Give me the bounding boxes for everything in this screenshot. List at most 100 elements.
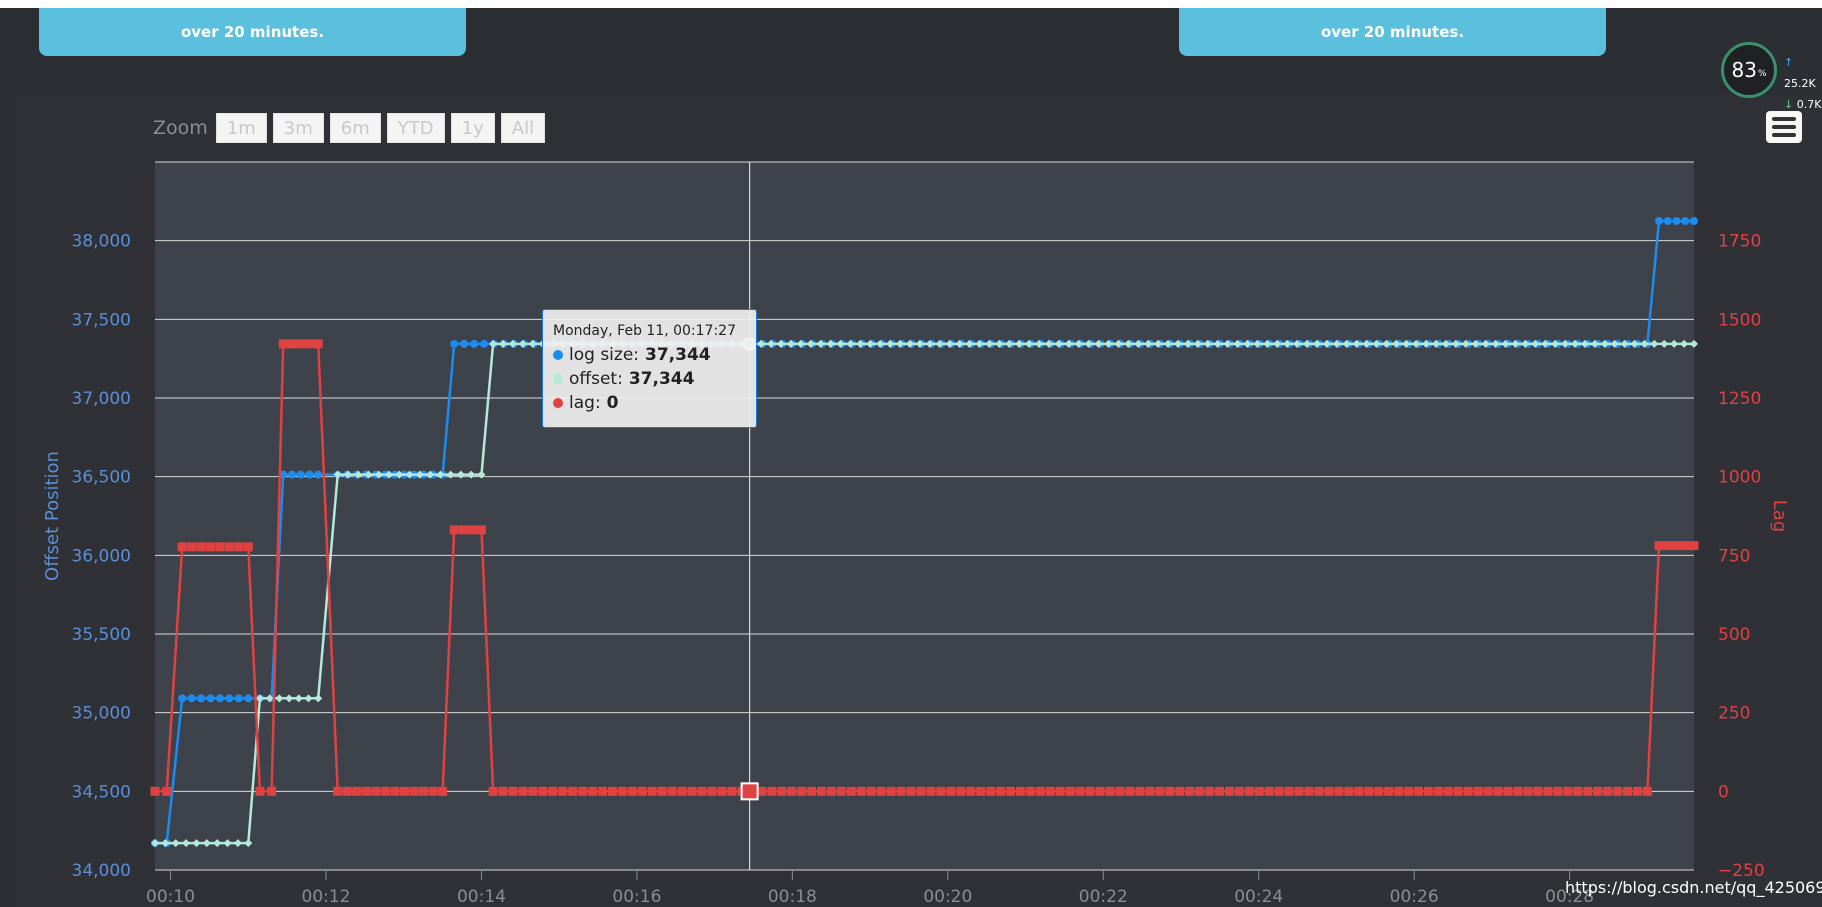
chart-context-menu-button[interactable] <box>1766 111 1802 143</box>
point-lag <box>1483 786 1493 796</box>
point-lag <box>1344 786 1354 796</box>
point-lag <box>1503 786 1513 796</box>
point-lag <box>476 525 486 535</box>
chart-tooltip: Monday, Feb 11, 00:17:27 log size:37,344… <box>542 309 757 428</box>
point-lag <box>1433 786 1443 796</box>
point-lag <box>1334 786 1344 796</box>
point-lag <box>1145 786 1155 796</box>
y-right-axis-title: Lag <box>1769 500 1790 532</box>
log-size-dot-icon <box>553 350 563 360</box>
y-right-tick-label: 1500 <box>1718 310 1761 330</box>
point-lag <box>1632 786 1642 796</box>
zoom-3m-button[interactable]: 3m <box>272 113 324 143</box>
point-lag <box>757 786 767 796</box>
point-lag <box>916 786 926 796</box>
point-lag <box>224 542 234 552</box>
point-lag <box>687 786 697 796</box>
tooltip-log-size-label: log size <box>569 345 634 365</box>
zoom-1y-button[interactable]: 1y <box>450 113 495 143</box>
point-lag <box>1324 786 1334 796</box>
y-right-tick-label: 500 <box>1718 625 1750 645</box>
point-lag <box>409 786 419 796</box>
point-lag <box>333 786 343 796</box>
point-log-size <box>1672 217 1681 225</box>
point-lag <box>1423 786 1433 796</box>
point-log-size <box>305 470 314 479</box>
point-lag <box>1125 786 1135 796</box>
y-left-axis-title: Offset Position <box>42 451 63 581</box>
point-lag <box>1613 786 1623 796</box>
tooltip-offset-value: 37,344 <box>628 369 695 389</box>
cpu-gauge[interactable]: 83% <box>1721 42 1777 98</box>
point-log-size <box>450 339 459 348</box>
y-right-tick-label: 750 <box>1718 546 1750 566</box>
point-lag <box>342 786 352 796</box>
point-lag <box>215 542 225 552</box>
zoom-ytd-button[interactable]: YTD <box>386 113 445 143</box>
point-lag <box>986 786 996 796</box>
point-lag <box>1214 786 1224 796</box>
point-lag <box>896 786 906 796</box>
point-lag <box>1523 786 1533 796</box>
point-log-size <box>197 694 206 703</box>
point-lag <box>558 786 568 796</box>
point-lag <box>767 786 777 796</box>
y-left-tick-label: 34,500 <box>72 782 131 802</box>
point-lag <box>1175 786 1185 796</box>
point-lag <box>206 542 216 552</box>
point-lag <box>996 786 1006 796</box>
point-lag <box>1095 786 1105 796</box>
x-tick-label: 00:10 <box>146 887 195 907</box>
x-tick-label: 00:14 <box>457 887 506 907</box>
point-lag <box>1025 786 1035 796</box>
point-lag <box>1015 786 1025 796</box>
point-lag <box>1006 786 1016 796</box>
point-lag <box>1085 786 1095 796</box>
point-lag <box>1603 786 1613 796</box>
point-lag <box>467 525 477 535</box>
point-lag <box>598 786 608 796</box>
y-left-tick-label: 36,000 <box>72 546 131 566</box>
point-lag <box>1304 786 1314 796</box>
point-lag <box>1553 786 1563 796</box>
point-lag <box>1165 786 1175 796</box>
point-lag <box>162 786 172 796</box>
point-lag <box>255 786 265 796</box>
download-speed: 0.7K <box>1796 98 1822 111</box>
zoom-all-button[interactable]: All <box>500 113 546 143</box>
point-lag <box>287 339 297 349</box>
point-lag <box>1453 786 1463 796</box>
y-left-tick-label: 37,500 <box>72 310 131 330</box>
point-lag <box>1284 786 1294 796</box>
tooltip-offset-label: offset <box>569 369 618 389</box>
point-lag <box>428 786 438 796</box>
point-log-size <box>1681 217 1690 225</box>
zoom-6m-button[interactable]: 6m <box>329 113 381 143</box>
point-lag <box>1185 786 1195 796</box>
point-lag <box>1155 786 1165 796</box>
tooltip-row-offset: offset:37,344 <box>553 367 746 391</box>
point-lag <box>667 786 677 796</box>
point-lag <box>1035 786 1045 796</box>
x-tick-label: 00:18 <box>768 887 817 907</box>
point-lag <box>727 786 737 796</box>
point-lag <box>866 786 876 796</box>
point-lag <box>836 786 846 796</box>
point-log-size <box>296 470 305 479</box>
point-lag <box>380 786 390 796</box>
point-lag <box>1394 786 1404 796</box>
upload-arrow-icon: ↑ <box>1784 56 1794 69</box>
point-lag <box>1689 541 1699 551</box>
zoom-1m-button[interactable]: 1m <box>215 113 267 143</box>
point-lag <box>352 786 362 796</box>
point-lag <box>627 786 637 796</box>
point-lag <box>361 786 371 796</box>
y-right-tick-label: 1750 <box>1718 232 1761 252</box>
point-lag <box>1384 786 1394 796</box>
point-lag <box>578 786 588 796</box>
point-lag <box>1443 786 1453 796</box>
point-lag <box>498 786 508 796</box>
point-lag <box>1115 786 1125 796</box>
point-lag <box>1205 786 1215 796</box>
point-lag <box>1583 786 1593 796</box>
